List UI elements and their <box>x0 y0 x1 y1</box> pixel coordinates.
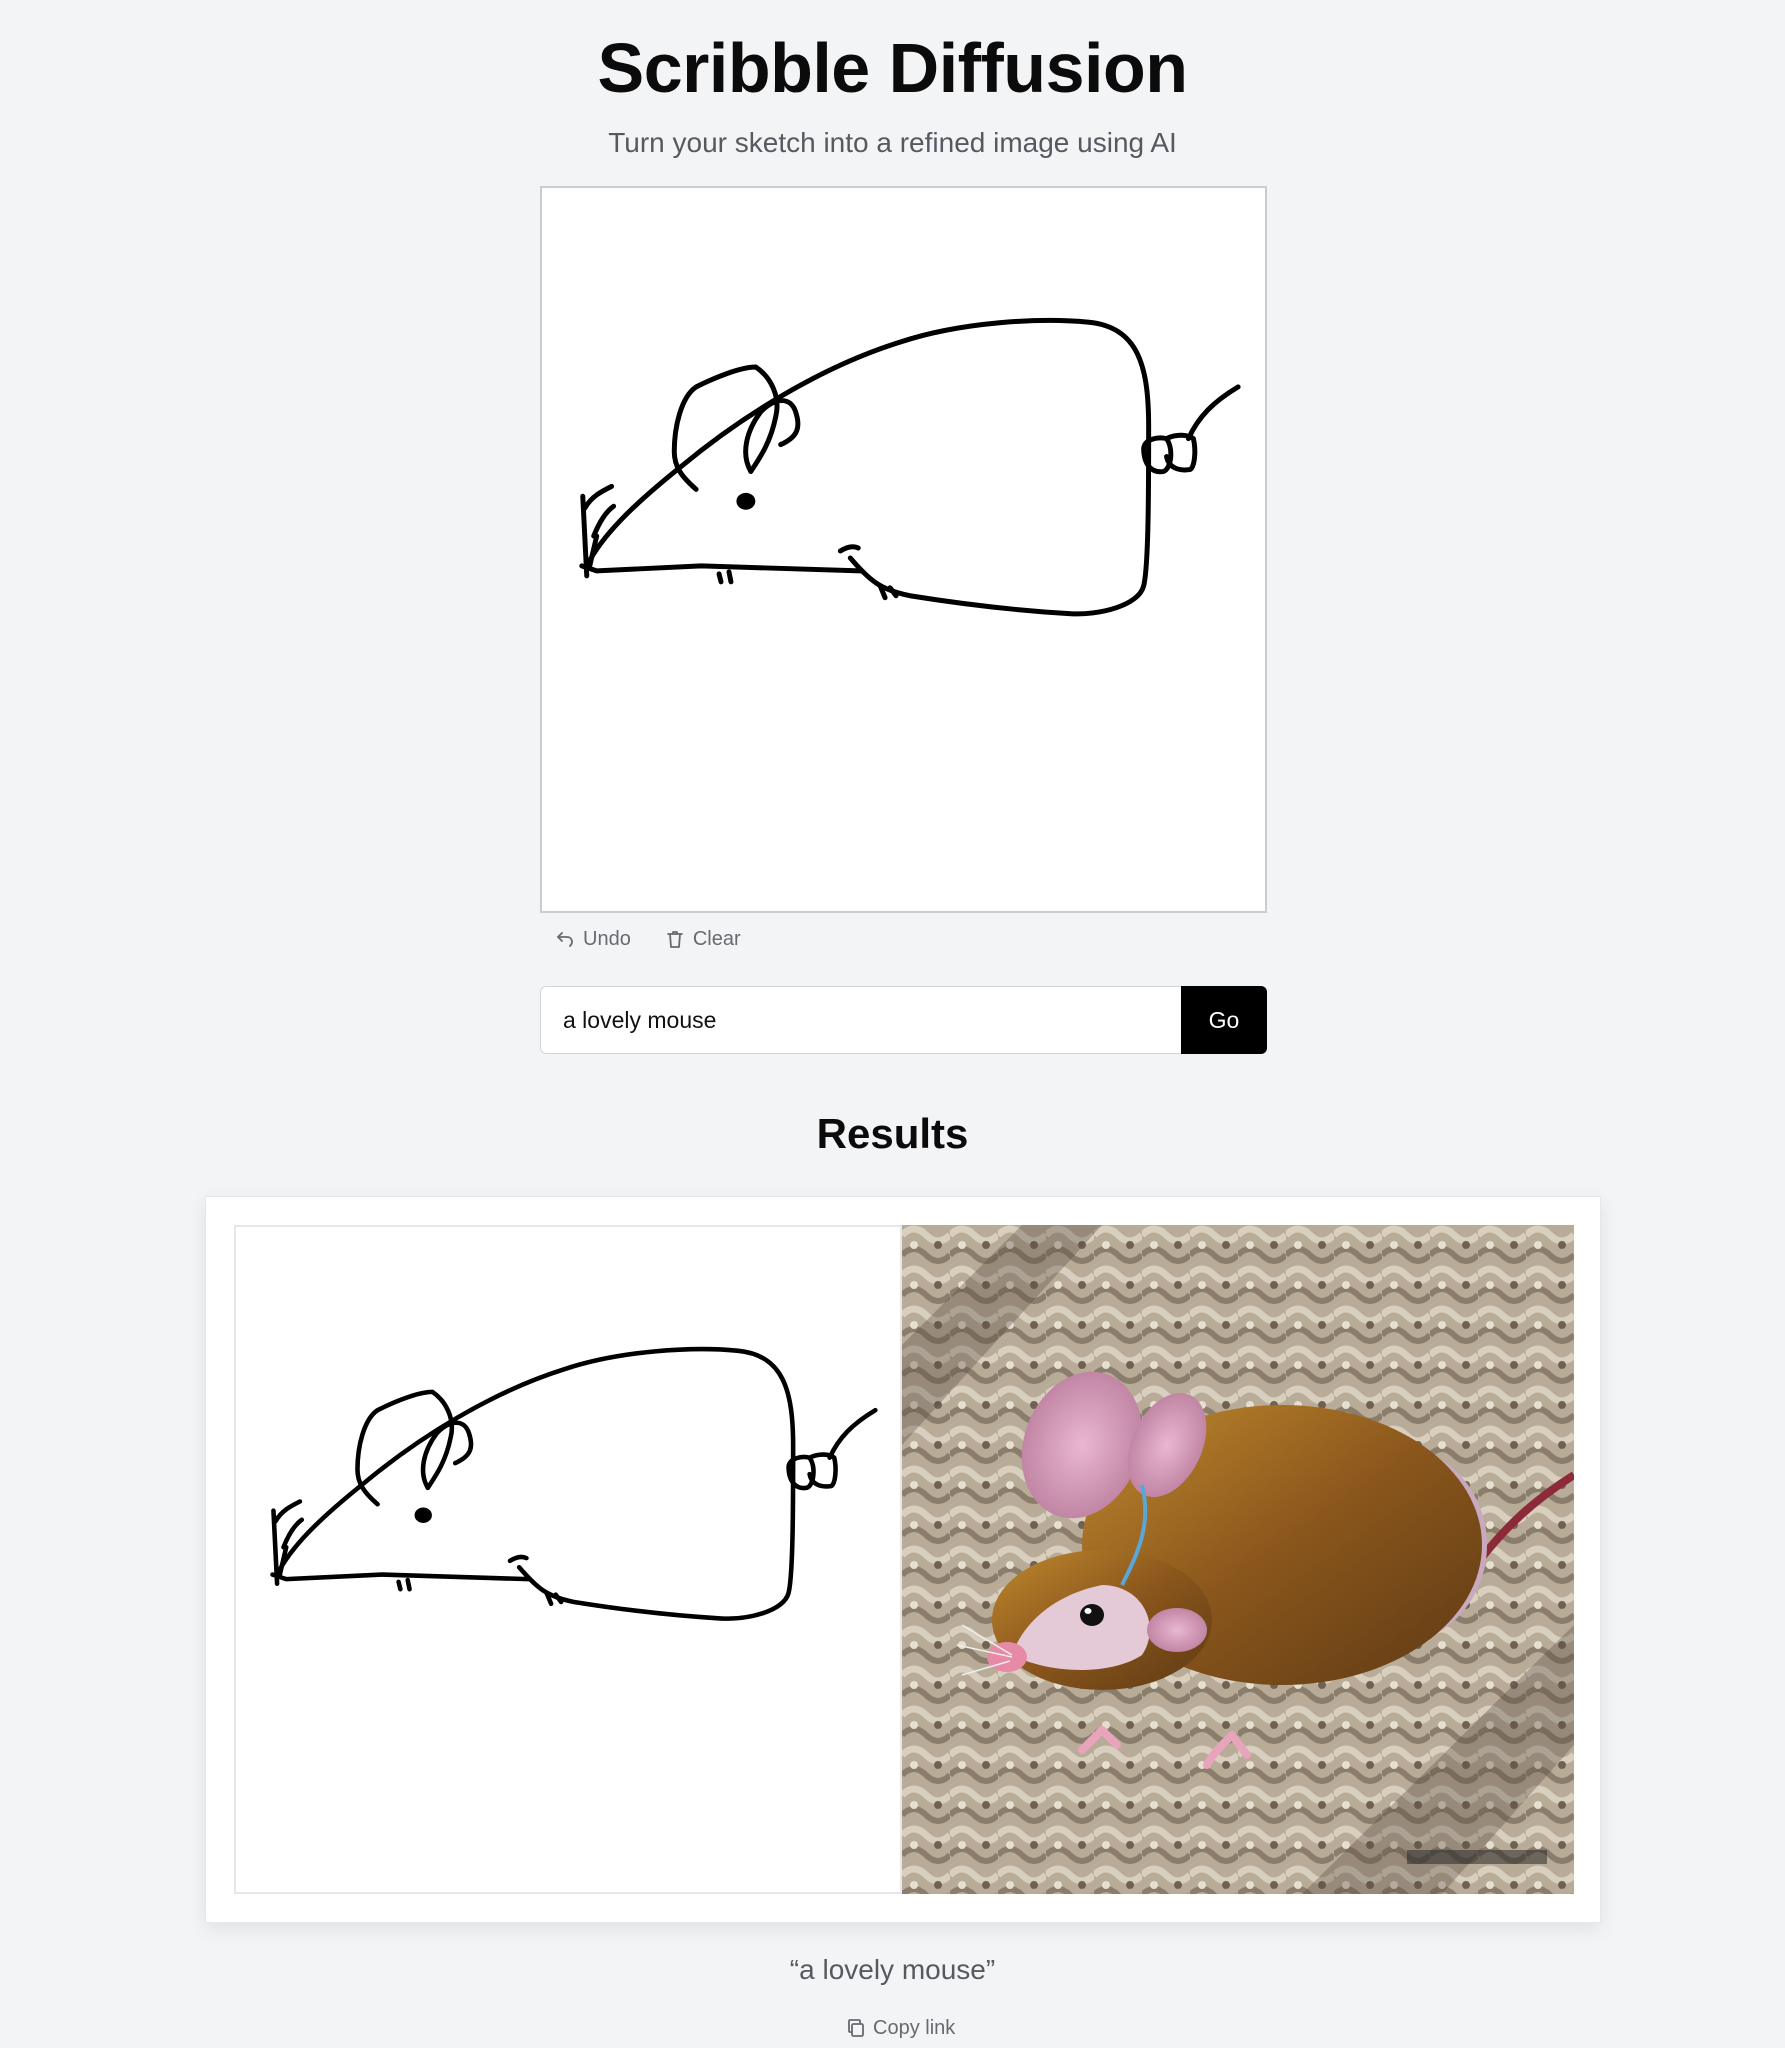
undo-label: Undo <box>583 927 631 950</box>
result-scribble-drawing <box>236 1227 900 1892</box>
page-title: Scribble Diffusion <box>597 29 1188 107</box>
page-subtitle: Turn your sketch into a refined image us… <box>608 127 1177 158</box>
result-card <box>205 1196 1601 1923</box>
prompt-form: Go <box>540 986 1267 1054</box>
result-generated-image[interactable] <box>902 1225 1574 1894</box>
result-scribble-image <box>234 1225 902 1894</box>
page: Scribble Diffusion Turn your sketch into… <box>0 0 1785 2048</box>
go-button[interactable]: Go <box>1181 986 1267 1054</box>
canvas-scribble <box>542 188 1265 911</box>
clear-button[interactable]: Clear <box>665 928 741 951</box>
result-pair <box>234 1225 1574 1894</box>
undo-button[interactable]: Undo <box>555 928 631 951</box>
canvas-toolbar: Undo Clear <box>555 924 741 954</box>
clear-label: Clear <box>692 927 741 950</box>
mouse-photo <box>902 1225 1574 1894</box>
prompt-input[interactable] <box>540 986 1181 1054</box>
copy-icon <box>845 2017 867 2039</box>
undo-icon <box>555 929 575 949</box>
result-caption: “a lovely mouse” <box>789 1954 996 1985</box>
copy-link-button[interactable]: Copy link <box>845 2015 955 2041</box>
results-heading: Results <box>816 1110 969 1157</box>
copy-link-label: Copy link <box>873 2016 956 2039</box>
drawing-canvas[interactable] <box>540 186 1267 913</box>
trash-icon <box>665 929 685 949</box>
